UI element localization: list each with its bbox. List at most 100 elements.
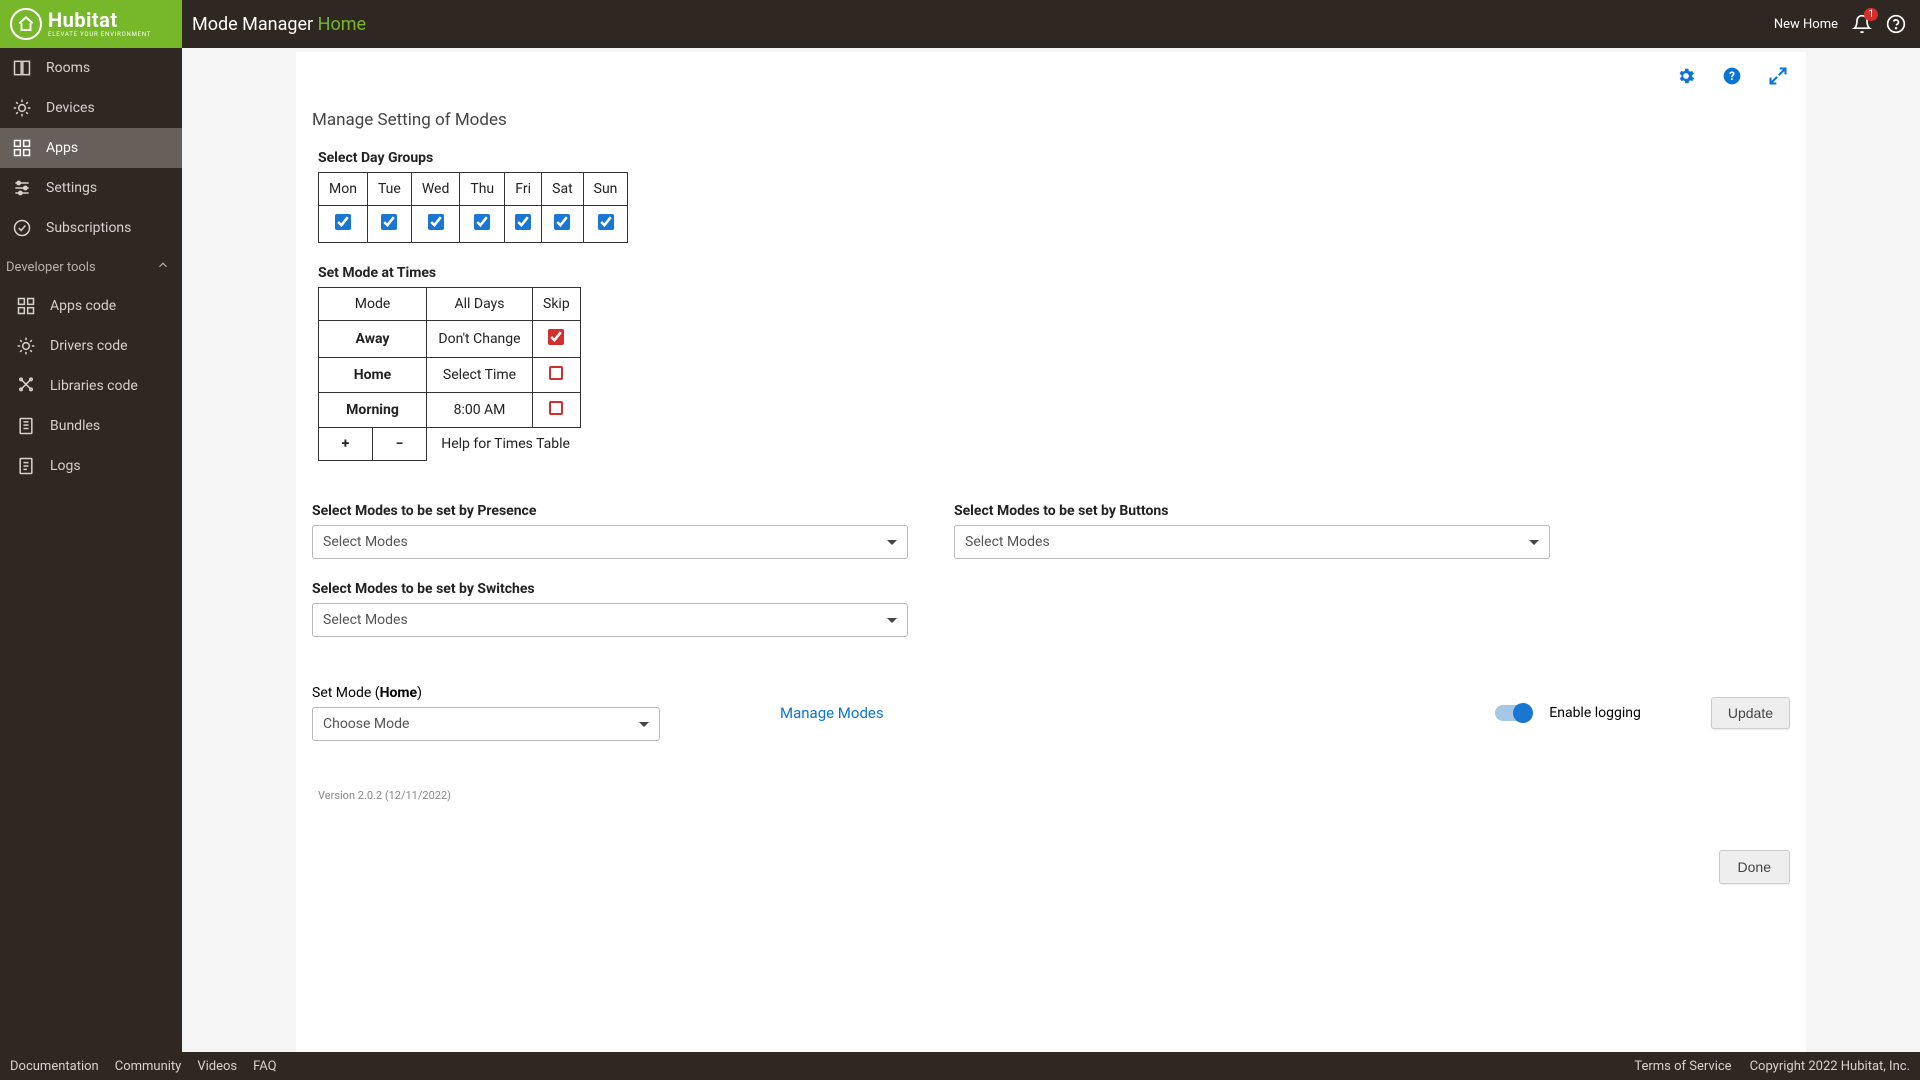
help-icon[interactable] [1886,14,1906,34]
logo[interactable]: Hubitat ELEVATE YOUR ENVIRONMENT [0,0,182,48]
update-button[interactable]: Update [1711,697,1790,729]
sidebar-item-label: Rooms [46,60,90,76]
footer-link[interactable]: Videos [197,1059,237,1074]
footer-link[interactable]: Terms of Service [1634,1059,1731,1074]
time-cell[interactable]: 8:00 AM [427,393,533,428]
sidebar-item-label: Settings [46,180,97,196]
gear-icon[interactable] [1676,66,1696,86]
help-icon[interactable]: ? [1722,66,1742,86]
set-mode-value: Home [380,685,417,701]
footer-link[interactable]: FAQ [253,1059,276,1074]
footer: Documentation Community Videos FAQ Terms of… [0,1052,1920,1080]
apps-code-icon [16,296,36,316]
skip-checkbox[interactable] [549,366,563,380]
drivers-code-icon [16,336,36,356]
sidebar-item-drivers-code[interactable]: Drivers code [0,326,182,366]
help-times-link[interactable]: Help for Times Table [427,428,581,461]
time-cell[interactable]: Don't Change [427,321,533,358]
page-title: Manage Setting of Modes [312,110,1790,130]
caret-down-icon [639,722,649,727]
table-row: AwayDon't Change [319,321,581,358]
set-times-label: Set Mode at Times [318,265,1790,281]
skip-checkbox[interactable] [548,329,564,345]
select-placeholder: Select Modes [323,534,408,550]
skip-checkbox[interactable] [549,401,563,415]
caret-down-icon [887,618,897,623]
location-name[interactable]: New Home [1774,17,1838,32]
card: ? Manage Setting of Modes Select Day Gro… [296,52,1806,1052]
topbar: Hubitat ELEVATE YOUR ENVIRONMENT Mode Ma… [0,0,1920,48]
rooms-icon [12,58,32,78]
main: ? Manage Setting of Modes Select Day Gro… [182,48,1920,1052]
sidebar-item-apps[interactable]: Apps [0,128,182,168]
day-header: Mon [319,173,368,206]
enable-logging-toggle[interactable] [1495,705,1531,721]
footer-link[interactable]: Community [115,1059,182,1074]
sidebar-item-logs[interactable]: Logs [0,446,182,486]
sidebar-item-label: Logs [50,458,81,474]
enable-logging-label: Enable logging [1549,705,1641,721]
manage-modes-link[interactable]: Manage Modes [780,704,884,722]
version-text: Version 2.0.2 (12/11/2022) [318,789,1790,802]
table-header: All Days [427,288,533,321]
footer-link[interactable]: Copyright 2022 Hubitat, Inc. [1750,1059,1910,1074]
mode-times-table: Mode All Days Skip AwayDon't ChangeHomeS… [318,287,581,461]
day-checkbox[interactable] [515,214,531,230]
set-mode-label: Set Mode (Home) [312,685,660,701]
sidebar: Rooms Devices Apps Settings Subscription… [0,48,182,1052]
settings-icon [12,178,32,198]
notifications-button[interactable]: 1 [1852,14,1872,34]
apps-icon [12,138,32,158]
sidebar-item-devices[interactable]: Devices [0,88,182,128]
day-checkbox[interactable] [335,214,351,230]
presence-label: Select Modes to be set by Presence [312,503,908,519]
day-checkbox[interactable] [381,214,397,230]
table-row: Morning8:00 AM [319,393,581,428]
day-header: Thu [460,173,505,206]
day-checkbox[interactable] [474,214,490,230]
day-header: Fri [505,173,542,206]
buttons-select[interactable]: Select Modes [954,525,1550,559]
add-row-button[interactable]: + [319,428,373,460]
day-checkbox[interactable] [554,214,570,230]
devices-icon [12,98,32,118]
day-groups-table: MonTueWedThuFriSatSun [318,172,628,243]
day-checkbox[interactable] [428,214,444,230]
day-checkbox[interactable] [598,214,614,230]
sidebar-item-settings[interactable]: Settings [0,168,182,208]
mode-cell[interactable]: Morning [319,393,427,428]
table-header: Skip [533,288,581,321]
choose-mode-select[interactable]: Choose Mode [312,707,660,741]
sidebar-section-developer[interactable]: Developer tools [0,248,182,286]
breadcrumb: Mode Manager Home [192,14,366,35]
sidebar-item-rooms[interactable]: Rooms [0,48,182,88]
table-row: HomeSelect Time [319,358,581,393]
remove-row-button[interactable]: − [373,428,427,460]
libraries-code-icon [16,376,36,396]
logo-icon [10,8,42,40]
day-header: Tue [367,173,411,206]
day-groups-label: Select Day Groups [318,150,1790,166]
done-button[interactable]: Done [1719,850,1790,884]
presence-select[interactable]: Select Modes [312,525,908,559]
sidebar-item-subscriptions[interactable]: Subscriptions [0,208,182,248]
svg-text:?: ? [1729,69,1735,83]
day-header: Sun [583,173,628,206]
footer-link[interactable]: Documentation [10,1059,99,1074]
sidebar-item-label: Drivers code [50,338,128,354]
switches-select[interactable]: Select Modes [312,603,908,637]
time-cell[interactable]: Select Time [427,358,533,393]
expand-icon[interactable] [1768,66,1788,86]
sidebar-item-apps-code[interactable]: Apps code [0,286,182,326]
sidebar-item-label: Apps [46,140,78,156]
sidebar-item-label: Apps code [50,298,116,314]
sidebar-item-label: Bundles [50,418,100,434]
set-mode-prefix: Set Mode ( [312,685,380,701]
sidebar-item-libraries-code[interactable]: Libraries code [0,366,182,406]
sidebar-item-bundles[interactable]: Bundles [0,406,182,446]
brand-tagline: ELEVATE YOUR ENVIRONMENT [48,32,151,38]
mode-cell[interactable]: Home [319,358,427,393]
buttons-label: Select Modes to be set by Buttons [954,503,1550,519]
mode-cell[interactable]: Away [319,321,427,358]
chevron-up-icon [156,258,170,276]
